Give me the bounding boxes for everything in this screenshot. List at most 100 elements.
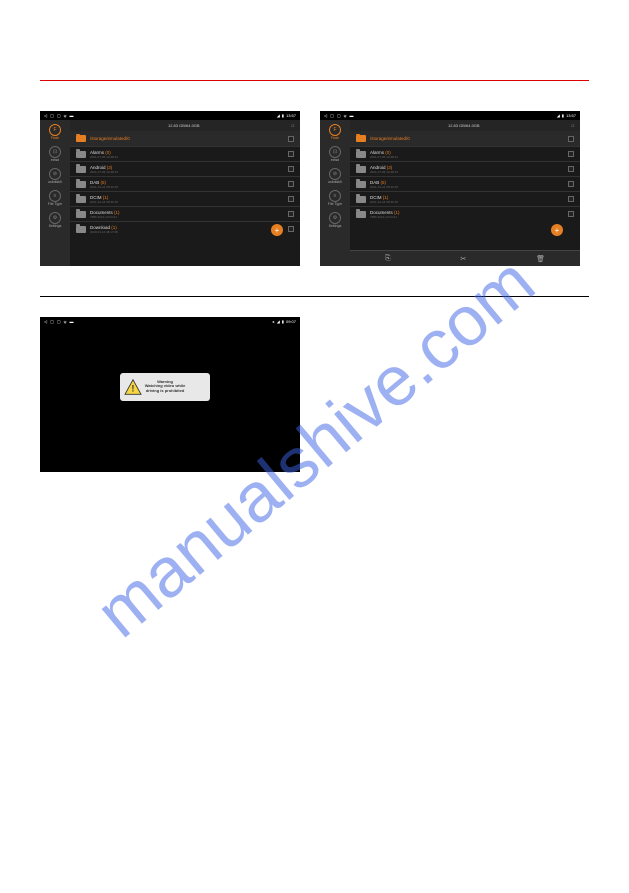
list-item[interactable]: DCIM (1) 2021-10-24 08:40:18 [70,191,300,206]
folder-name: Documents [370,210,393,215]
usb-disk-icon: ⊘ [329,168,341,180]
sidebar-item-extsd[interactable]: ⊡ extsd [329,146,341,162]
folder-name: DCIM [90,195,102,200]
row-checkbox[interactable] [288,151,294,157]
clock-time: 13:57 [286,113,296,118]
row-checkbox[interactable] [568,151,574,157]
file-list: Alarms (0) 2021-07-06 10:48:43 Android (… [70,146,300,266]
warning-dialog: ! Warning Watching video while driving i… [120,373,210,401]
folder-icon [76,181,86,188]
folder-name: Android [370,165,386,170]
list-item[interactable]: Android (3) 2021-07-06 10:48:43 [70,161,300,176]
cut-icon[interactable]: ✂ [460,255,466,263]
folder-date: 2021-10-24 08:40:18 [90,200,284,204]
folder-count: (1) [394,210,400,215]
row-checkbox[interactable] [288,196,294,202]
sd-icon: ⊡ [49,146,61,158]
select-all-checkbox[interactable] [288,136,294,142]
folder-date: 2021-10-24 08:40:18 [370,200,564,204]
warning-triangle-icon: ! [124,379,142,395]
row-checkbox[interactable] [288,226,294,232]
row-checkbox[interactable] [568,211,574,217]
list-item[interactable]: Android (3) 2021-07-06 10:48:43 [350,161,580,176]
folder-count: (3) [107,165,113,170]
list-item[interactable]: DCIM (1) 2021-10-24 08:40:18 [350,191,580,206]
list-item[interactable]: Download (1) 2020-01 12:48:17:08 [70,221,300,236]
usb-icon: ψ [64,113,67,118]
sidebar-label: extsd [51,158,59,162]
sidebar-item-flash[interactable]: F Flash [329,124,341,140]
folder-count: (5) [381,180,387,185]
sd-icon: ⊡ [329,146,341,158]
battery-icon: ▮ [562,113,564,118]
sidebar-item-settings[interactable]: ⚙ Settings [49,212,62,228]
usb-icon: ψ [64,319,67,324]
folder-icon [76,211,86,218]
delete-icon[interactable]: 🗑 [536,255,545,263]
row-checkbox[interactable] [568,166,574,172]
sidebar-item-usb[interactable]: ⊘ usbdisk0 [328,168,342,184]
storage-size: 12.83 GB/64.0GB [448,123,480,128]
list-item[interactable]: Alarms (0) 2021-07-06 10:48:43 [70,146,300,161]
add-button[interactable]: + [551,224,563,236]
row-checkbox[interactable] [568,181,574,187]
folder-count: (3) [387,165,393,170]
storage-header: 12.83 GB/64.0GB □ [70,120,300,131]
menu-icon[interactable]: □ [572,123,574,128]
list-item[interactable]: Alarms (0) 2021-07-06 10:48:43 [350,146,580,161]
app-icon: ▢ [57,319,61,324]
folder-name: DAB [90,180,99,185]
battery-icon: ▮ [282,113,284,118]
row-checkbox[interactable] [568,196,574,202]
warning-line2: driving is prohibited [145,389,186,394]
divider-mid [40,296,589,297]
folder-count: (1) [383,195,389,200]
copy-icon[interactable]: ⎘ [385,255,391,263]
status-icons-left: ◁ ▢ ▢ ψ ▬ [324,113,354,118]
status-icons-right: ◢ ▮ 13:57 [277,113,296,118]
path-row[interactable]: /storage/emulated/0 [350,131,580,146]
sidebar-label: Flash [331,136,340,140]
menu-icon[interactable]: □ [292,123,294,128]
add-button[interactable]: + [271,224,283,236]
status-bar: ◁ ▢ ▢ ψ ▬ ◢ ▮ 13:57 [320,111,580,120]
sidebar-item-settings[interactable]: ⚙ Settings [329,212,342,228]
folder-icon [76,151,86,158]
folder-date: 2021-07-06 10:48:43 [90,155,284,159]
app-icon: ▬ [70,113,74,118]
list-item[interactable]: DAB (5) 2021-10-24 08:40:18 [70,176,300,191]
row-checkbox[interactable] [288,166,294,172]
filetype-icon: ≡ [49,190,61,202]
sidebar-item-usb[interactable]: ⊘ usbdisk0 [48,168,62,184]
sidebar-item-filetype[interactable]: ≡ File Type [328,190,342,206]
sidebar-item-flash[interactable]: F Flash [49,124,61,140]
file-manager-sidebar: F Flash ⊡ extsd ⊘ usbdisk0 ≡ File Type [40,120,70,266]
sidebar-label: Settings [329,224,342,228]
folder-date: 7586 2021-13:24:41 [90,215,284,219]
status-icons-right: ▸ ◢ ▮ 09:07 [273,319,296,324]
folder-date: 2021-07-06 10:48:43 [90,170,284,174]
back-icon: ◁ [44,319,47,324]
current-path: /storage/emulated/0 [90,136,284,141]
sidebar-item-filetype[interactable]: ≡ File Type [48,190,62,206]
row-checkbox[interactable] [288,211,294,217]
clock-time: 09:07 [286,319,296,324]
select-all-checkbox[interactable] [568,136,574,142]
path-row[interactable]: /storage/emulated/0 [70,131,300,146]
folder-icon [356,181,366,188]
app-icon: ▬ [70,319,74,324]
folder-count: (0) [105,150,111,155]
sidebar-label: Settings [49,224,62,228]
folder-date: 2021-07-06 10:48:43 [370,155,564,159]
folder-count: (1) [114,210,120,215]
divider-top [40,80,589,81]
status-bar: ◁ ▢ ▢ ψ ▬ ◢ ▮ 13:57 [40,111,300,120]
row-checkbox[interactable] [288,181,294,187]
list-item[interactable]: DAB (5) 2021-10-24 08:40:18 [350,176,580,191]
clock-time: 13:57 [566,113,576,118]
app-icon: ▢ [50,113,54,118]
sidebar-item-extsd[interactable]: ⊡ extsd [49,146,61,162]
list-item[interactable]: Documents (1) 7586 2021-13:24:41 [350,206,580,221]
svg-text:!: ! [131,383,134,393]
list-item[interactable]: Documents (1) 7586 2021-13:24:41 [70,206,300,221]
